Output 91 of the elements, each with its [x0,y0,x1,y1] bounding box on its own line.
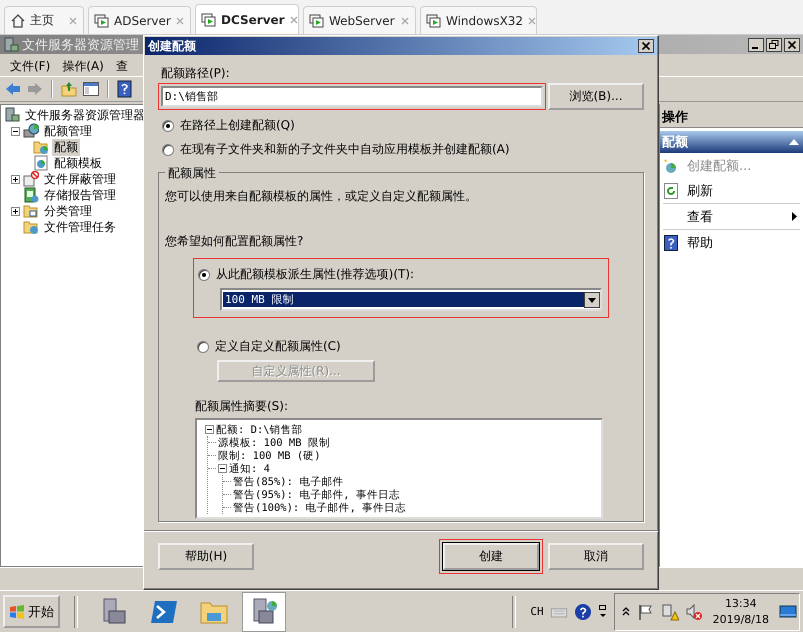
vm-icon [201,12,217,28]
radio-button[interactable] [197,340,209,352]
language-bar-icon[interactable] [598,604,608,620]
radio-button[interactable] [162,144,174,156]
description-text: 您可以使用来自配额模板的属性，或定义自定义配额属性。 [165,188,478,205]
blocked-folder-icon [23,171,39,187]
back-icon[interactable] [4,80,22,98]
pane-header: 操作 [660,104,803,128]
section-header[interactable]: 配额 [660,131,803,153]
refresh-icon [663,182,679,198]
field-label: 配额属性摘要(S): [195,398,290,415]
field-label: 配额路径(P): [161,65,231,82]
menu-item[interactable]: 操作(A) [62,58,104,75]
group-title: 配额属性 [165,165,219,182]
show-desktop-icon[interactable] [779,602,797,620]
help-icon [663,234,679,250]
tree-item[interactable]: 文件屏蔽管理 [42,170,118,188]
tree-item[interactable]: 配额 [52,138,80,156]
browse-button[interactable]: 浏览(B)... [548,83,644,110]
folder-chart-icon [23,219,39,235]
menu-item[interactable]: 查 [116,58,128,75]
create-quota-icon [663,158,679,174]
submenu-arrow-icon [792,212,797,221]
report-icon [23,187,39,203]
radio-label: 在路径上创建配额(Q) [180,117,295,134]
folder-tag-icon [23,203,39,219]
speaker-muted-icon[interactable] [684,602,703,620]
help-button[interactable]: 帮助(H) [158,543,254,570]
summary-item: 配额: D:\销售部 [216,422,303,436]
tree-item[interactable]: 文件管理任务 [42,218,118,236]
expand-toggle[interactable] [11,174,20,184]
taskbar-app[interactable] [242,592,286,632]
home-icon [10,12,26,28]
summary-item: 警告(95%): 电子邮件, 事件日志 [233,488,400,502]
start-button[interactable]: 开始 [3,595,60,628]
summary-item: 限制: 100 MB (硬) [218,448,321,462]
browser-tab[interactable]: WindowsX32 [420,6,537,34]
collapse-icon [789,139,799,145]
radio-button[interactable] [162,120,174,132]
dialog-title: 创建配额 [148,38,196,54]
browser-tab[interactable]: DCServer [195,4,299,34]
folder-chart-icon [33,139,49,155]
collapse-toggle[interactable] [11,126,20,136]
help-icon[interactable] [574,602,592,620]
expand-toggle[interactable] [11,206,20,216]
action-item[interactable]: 刷新 [660,178,803,203]
question-text: 您希望如何配置配额属性? [165,233,304,250]
input-language[interactable]: CH [530,605,544,618]
summary-item: 源模板: 100 MB 限制 [218,436,330,450]
vm-icon [94,12,110,28]
restore-button[interactable] [766,38,782,52]
collapse-toggle[interactable] [205,425,214,434]
browser-tab[interactable]: WebServer [303,6,416,34]
tree-item[interactable]: 文件服务器资源管理器 [23,106,145,124]
vm-icon [426,12,442,28]
radio-label: 在现有子文件夹和新的子文件夹中自动应用模板并创建配额(A) [180,141,510,158]
action-item[interactable]: 帮助 [660,230,803,255]
template-dropdown[interactable]: 100 MB 限制 [220,288,602,311]
vm-icon [309,12,325,28]
collapse-toggle[interactable] [218,464,227,473]
summary-item: 通知: 4 [229,462,270,476]
network-warning-icon[interactable] [660,602,679,620]
menu-item[interactable]: 文件(F) [10,58,50,75]
close-button[interactable] [784,38,800,52]
server-icon [3,36,19,52]
radio-label: 从此配额模板派生属性(推荐选项)(T): [216,266,414,283]
radio-button[interactable] [198,268,210,280]
clock-time[interactable]: 13:34 [724,596,757,612]
window-title: 文件服务器资源管理 [22,36,139,54]
clock-date[interactable]: 2019/8/18 [712,612,769,628]
tree-item[interactable]: 存储报告管理 [42,186,118,204]
disk-chart-icon [23,123,39,139]
cancel-button[interactable]: 取消 [548,543,644,570]
close-button[interactable] [638,39,654,53]
windows-logo-icon [9,604,25,620]
summary-item: 警告(100%): 电子邮件, 事件日志 [233,500,406,514]
browser-tab[interactable]: 主页 [4,6,84,34]
summary-item: 警告(85%): 电子邮件 [233,474,344,488]
tree-item[interactable]: 配额模板 [52,154,104,172]
path-field[interactable]: D:\销售部 [161,86,543,107]
tree-item[interactable]: 配额管理 [42,122,94,140]
radio-label: 定义自定义配额属性(C) [215,338,341,355]
create-button[interactable]: 创建 [443,543,539,570]
document-chart-icon [33,155,49,171]
minimize-button[interactable] [748,38,764,52]
action-item[interactable]: 查看 [660,204,803,229]
help-icon[interactable] [116,80,134,98]
console-tree-icon[interactable] [82,80,100,98]
server-icon [4,107,20,123]
browser-tab[interactable]: ADServer [88,6,191,34]
tree-item[interactable]: 分类管理 [42,202,94,220]
